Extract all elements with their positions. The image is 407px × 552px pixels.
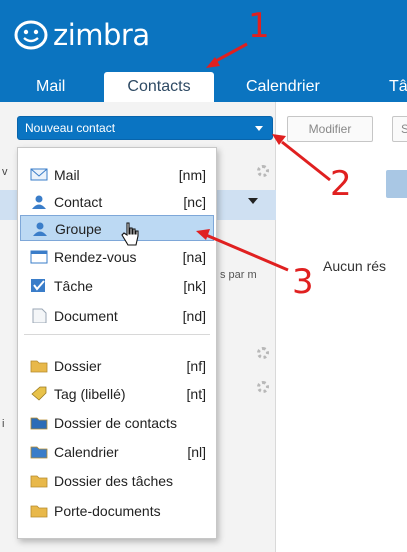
annotation-number-2: 2 xyxy=(330,164,352,204)
zimbra-logo-icon xyxy=(14,20,48,50)
menu-item-shortcut: [nk] xyxy=(183,278,206,294)
new-item-menu: Mail [nm] Contact [nc] Groupe Rendez-vous [na]… xyxy=(17,147,217,539)
dropdown-arrow-icon[interactable] xyxy=(248,198,258,204)
menu-separator xyxy=(24,334,210,335)
menu-item-task-folder[interactable]: Dossier des tâches xyxy=(24,468,210,494)
annotation-number-1: 1 xyxy=(248,6,270,46)
menu-item-task[interactable]: Tâche [nk] xyxy=(24,273,210,299)
no-results-text: Aucun rés xyxy=(323,258,387,274)
menu-item-shortcut: [nd] xyxy=(182,308,206,324)
calendar-icon xyxy=(30,249,48,264)
app-header: zimbra Mail Contacts Calendrier Tâ xyxy=(0,0,407,104)
menu-item-calendar[interactable]: Rendez-vous [na] xyxy=(24,244,210,270)
annotation-number-3: 3 xyxy=(292,262,314,302)
tab-tasks[interactable]: Tâ xyxy=(389,72,407,102)
logo-text: zimbra xyxy=(53,18,150,52)
tab-contacts[interactable]: Contacts xyxy=(104,72,214,104)
chevron-down-icon[interactable] xyxy=(255,126,263,131)
task-folder-icon xyxy=(30,473,48,488)
tab-calendar[interactable]: Calendrier xyxy=(246,72,320,102)
gear-icon[interactable] xyxy=(257,347,269,359)
menu-item-shortcut: [na] xyxy=(182,249,206,265)
menu-item-label: Mail xyxy=(54,167,80,183)
menu-item-label: Tâche xyxy=(54,278,93,294)
menu-item-calendar-folder[interactable]: Calendrier [nl] xyxy=(24,439,210,465)
menu-item-folder[interactable]: Dossier [nf] xyxy=(24,353,210,379)
tag-icon xyxy=(30,386,48,401)
menu-item-contacts-folder[interactable]: Dossier de contacts xyxy=(24,410,210,436)
menu-item-label: Contact xyxy=(54,194,103,210)
new-contact-button[interactable]: Nouveau contact xyxy=(17,116,273,140)
menu-item-label: Rendez-vous xyxy=(54,249,137,265)
action-button[interactable] xyxy=(386,170,407,198)
contact-icon xyxy=(30,194,48,209)
left-pane-letter: i xyxy=(2,418,5,430)
menu-item-shortcut: [nt] xyxy=(186,386,206,402)
edit-button[interactable]: Modifier xyxy=(287,116,373,142)
menu-item-contact[interactable]: Contact [nc] xyxy=(24,189,210,215)
menu-item-label: Calendrier xyxy=(54,444,119,460)
menu-item-label: Groupe xyxy=(55,221,102,237)
menu-item-label: Tag (libellé) xyxy=(54,386,126,402)
zimbra-logo[interactable]: zimbra xyxy=(14,18,150,52)
task-icon xyxy=(30,278,48,293)
menu-item-label: Dossier xyxy=(54,358,102,374)
menu-item-briefcase[interactable]: Porte-documents xyxy=(24,498,210,524)
contacts-folder-icon xyxy=(30,415,48,430)
briefcase-icon xyxy=(30,503,48,518)
menu-item-shortcut: [nl] xyxy=(187,444,206,460)
left-pane-letter: v xyxy=(2,166,8,178)
menu-item-shortcut: [nf] xyxy=(186,358,206,374)
menu-item-label: Dossier de contacts xyxy=(54,415,177,431)
tab-mail[interactable]: Mail xyxy=(36,72,65,102)
menu-item-label: Document xyxy=(54,308,118,324)
group-icon xyxy=(31,221,49,236)
sort-label: s par m xyxy=(220,269,257,281)
menu-item-document[interactable]: Document [nd] xyxy=(24,303,210,329)
menu-item-label: Porte-documents xyxy=(54,503,161,519)
menu-item-mail[interactable]: Mail [nm] xyxy=(24,162,210,188)
menu-item-tag[interactable]: Tag (libellé) [nt] xyxy=(24,381,210,407)
mail-icon xyxy=(30,167,48,182)
menu-item-group[interactable]: Groupe xyxy=(20,215,214,246)
gear-icon[interactable] xyxy=(257,165,269,177)
toolbar-next-button[interactable]: S xyxy=(392,116,407,142)
folder-icon xyxy=(30,358,48,373)
gear-icon[interactable] xyxy=(257,381,269,393)
new-contact-label: Nouveau contact xyxy=(25,121,116,135)
calendar-folder-icon xyxy=(30,444,48,459)
menu-item-shortcut: [nm] xyxy=(178,167,206,183)
menu-item-shortcut: [nc] xyxy=(183,194,206,210)
menu-item-label: Dossier des tâches xyxy=(54,473,174,489)
app-tabs: Mail Contacts Calendrier Tâ xyxy=(0,72,407,104)
document-icon xyxy=(30,308,48,324)
